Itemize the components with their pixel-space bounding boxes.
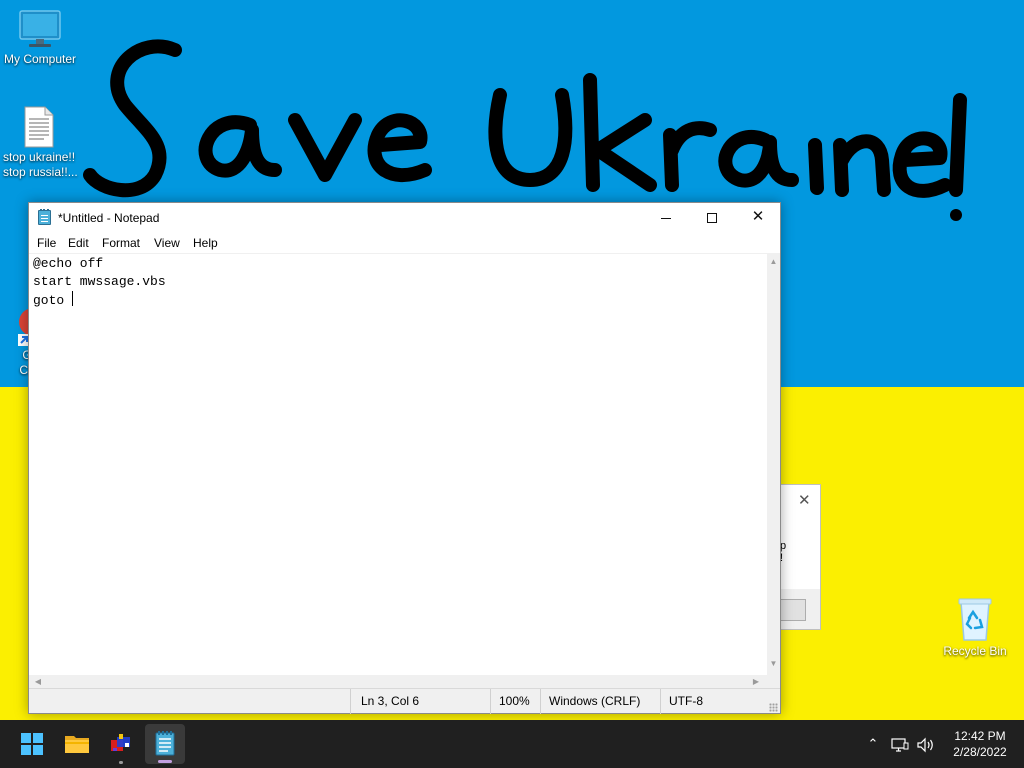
notepad-icon — [155, 731, 175, 756]
scroll-down-arrow-icon[interactable]: ▼ — [767, 657, 780, 671]
editor-line: goto — [33, 293, 73, 308]
status-cursor-position: Ln 3, Col 6 — [350, 689, 490, 714]
tray-volume[interactable] — [915, 720, 937, 768]
text-editor[interactable]: @echo off start mwssage.vbs goto — [29, 253, 767, 675]
menu-format[interactable]: Format — [102, 236, 140, 250]
recycle-bin-icon — [958, 598, 992, 641]
taskbar-file-explorer[interactable] — [57, 724, 97, 764]
horizontal-scrollbar[interactable]: ◀ ▶ — [29, 675, 767, 688]
paint-icon — [111, 734, 130, 751]
menu-view[interactable]: View — [154, 236, 180, 250]
status-encoding: UTF-8 — [660, 689, 780, 714]
menu-help[interactable]: Help — [193, 236, 218, 250]
editor-line: start mwssage.vbs — [33, 274, 166, 289]
menu-file[interactable]: File — [37, 236, 56, 250]
text-caret — [72, 291, 74, 306]
tray-network[interactable] — [889, 720, 911, 768]
status-bar: Ln 3, Col 6 100% Windows (CRLF) UTF-8 — [29, 688, 780, 714]
dialog-close-icon[interactable]: ✕ — [798, 491, 811, 509]
file-explorer-icon — [65, 736, 89, 753]
text-file-icon — [24, 106, 54, 148]
title-bar[interactable]: *Untitled - Notepad ✕ — [29, 203, 780, 233]
resize-grip-icon[interactable] — [769, 703, 778, 712]
running-indicator — [119, 761, 123, 764]
notepad-window: *Untitled - Notepad ✕ File Edit Format V… — [28, 202, 781, 714]
desktop-icon-label: My Computer — [3, 52, 77, 66]
dialog-ok-button[interactable] — [780, 599, 806, 621]
system-clock[interactable]: 12:42 PM 2/28/2022 — [940, 728, 1020, 760]
scroll-up-arrow-icon[interactable]: ▲ — [767, 255, 780, 269]
active-app-indicator — [158, 760, 172, 763]
tray-overflow-chevron-up-icon[interactable]: ⌃ — [864, 720, 882, 768]
status-zoom: 100% — [490, 689, 540, 714]
taskbar: ⌃ 12:42 PM 2/28/2022 — [0, 720, 1024, 768]
scrollbar-corner — [767, 675, 780, 688]
desktop-icon-label: Recycle Bin — [943, 644, 1007, 658]
editor-line-with-caret: goto — [33, 291, 166, 310]
desktop-icon-label: stop ukraine!! — [3, 150, 76, 164]
wallpaper-handwritten-text — [83, 39, 967, 221]
maximize-icon — [707, 213, 717, 224]
close-button[interactable]: ✕ — [735, 203, 781, 233]
taskbar-paint[interactable] — [101, 724, 141, 764]
minimize-button[interactable] — [643, 203, 689, 233]
editor-content: @echo off start mwssage.vbs goto — [33, 255, 166, 310]
clock-time: 12:42 PM — [954, 729, 1006, 743]
notepad-app-icon — [38, 209, 51, 225]
scroll-left-arrow-icon[interactable]: ◀ — [31, 675, 45, 688]
background-message-dialog: ✕ p ! — [779, 484, 821, 630]
close-icon: ✕ — [751, 208, 765, 225]
clock-date: 2/28/2022 — [953, 745, 1007, 759]
status-line-ending: Windows (CRLF) — [540, 689, 660, 714]
desktop-icon-recycle-bin[interactable]: Recycle Bin — [935, 596, 1015, 659]
desktop-icon-label: stop russia!!... — [3, 165, 78, 179]
taskbar-notepad[interactable] — [145, 724, 185, 764]
monitor-icon — [19, 10, 61, 47]
desktop-icon-my-computer[interactable]: My Computer — [0, 8, 80, 67]
window-title: *Untitled - Notepad — [58, 211, 160, 225]
minimize-icon — [661, 217, 671, 219]
editor-line: @echo off — [33, 256, 104, 271]
dialog-footer — [780, 589, 820, 629]
scroll-right-arrow-icon[interactable]: ▶ — [749, 675, 763, 688]
network-monitor-icon — [891, 738, 909, 752]
desktop-icon-text-file[interactable]: stop ukraine!! stop russia!!... — [0, 106, 78, 180]
menu-edit[interactable]: Edit — [68, 236, 89, 250]
vertical-scrollbar[interactable]: ▲ ▼ — [767, 253, 780, 675]
menu-bar: File Edit Format View Help — [29, 233, 780, 253]
start-button[interactable] — [12, 724, 52, 764]
maximize-button[interactable] — [689, 203, 735, 233]
speaker-volume-icon — [917, 737, 933, 753]
start-icon — [21, 733, 43, 755]
